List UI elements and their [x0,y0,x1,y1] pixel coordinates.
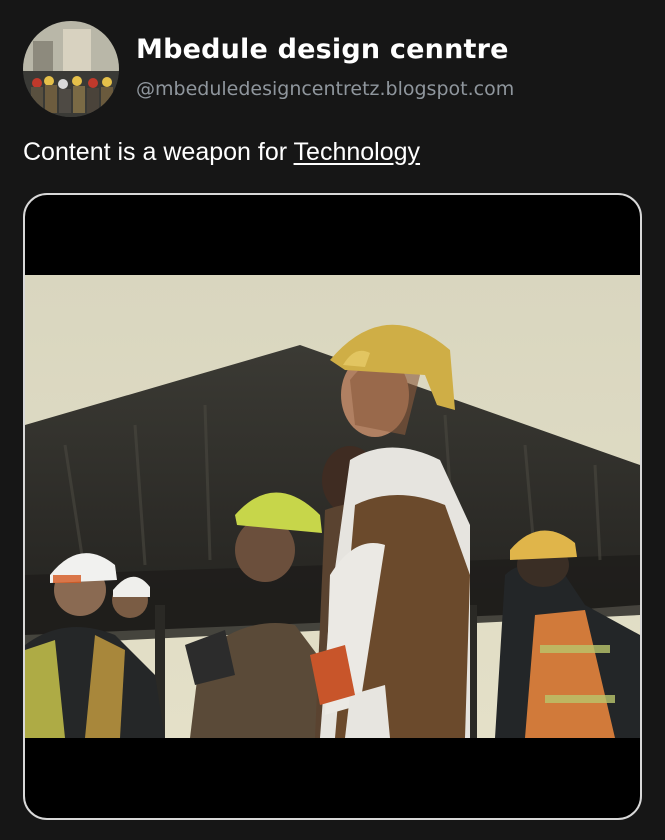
post-media[interactable] [23,193,642,820]
post-text: Content is a weapon for Technology [23,138,420,167]
avatar-image [23,21,119,117]
construction-workers-image [25,275,640,738]
technology-link[interactable]: Technology [294,138,420,166]
display-name[interactable]: Mbedule design cenntre [136,34,509,65]
profile-handle[interactable]: @mbeduledesigncentretz.blogspot.com [136,78,514,100]
post-text-prefix: Content is a weapon for [23,138,294,166]
profile-avatar[interactable] [23,21,119,117]
